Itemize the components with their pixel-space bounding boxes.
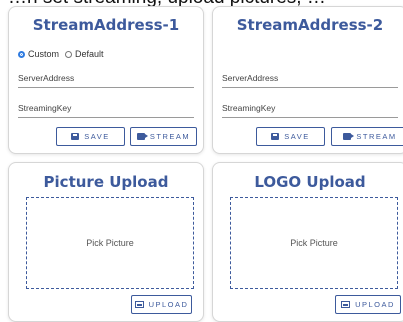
pick-picture-text: Pick Picture xyxy=(86,238,134,248)
save-icon xyxy=(71,133,80,140)
card-title: StreamAddress-1 xyxy=(32,16,180,34)
logo-dropzone[interactable]: Pick Picture xyxy=(230,197,398,289)
image-icon xyxy=(341,301,351,308)
streaming-key-field[interactable]: StreamingKey xyxy=(222,99,398,118)
card-title: Picture Upload xyxy=(43,173,169,191)
save-icon xyxy=(271,133,280,140)
save-button-label: SAVE xyxy=(284,132,310,141)
default-radio[interactable] xyxy=(65,50,73,58)
server-address-field[interactable]: ServerAddress xyxy=(222,69,398,88)
save-button-label: SAVE xyxy=(84,132,110,141)
streaming-key-label: StreamingKey xyxy=(222,103,276,113)
upload-button[interactable]: UPLOAD xyxy=(335,295,401,314)
default-radio-label: Default xyxy=(75,49,104,59)
streaming-key-label: StreamingKey xyxy=(18,103,72,113)
card-title: LOGO Upload xyxy=(254,173,366,191)
stream-button[interactable]: STREAM xyxy=(130,127,197,146)
picture-dropzone[interactable]: Pick Picture xyxy=(26,197,194,289)
streaming-key-field[interactable]: StreamingKey xyxy=(18,99,194,118)
save-button[interactable]: SAVE xyxy=(56,127,125,146)
upload-button-label: UPLOAD xyxy=(148,300,189,309)
custom-radio[interactable] xyxy=(18,50,25,58)
card-title: StreamAddress-2 xyxy=(236,16,384,34)
stream-button-label: STREAM xyxy=(149,132,191,141)
video-camera-icon xyxy=(343,133,355,140)
stream-address-2-card: StreamAddress-2 ServerAddress StreamingK… xyxy=(212,6,403,154)
stream-button[interactable]: STREAM xyxy=(331,127,403,146)
server-address-label: ServerAddress xyxy=(18,73,75,83)
save-button[interactable]: SAVE xyxy=(256,127,325,146)
pick-picture-text: Pick Picture xyxy=(290,238,338,248)
logo-upload-card: LOGO Upload Pick Picture UPLOAD xyxy=(212,162,403,322)
server-address-label: ServerAddress xyxy=(222,73,279,83)
custom-radio-label: Custom xyxy=(28,49,60,59)
picture-upload-card: Picture Upload Pick Picture UPLOAD xyxy=(8,162,204,322)
video-camera-icon xyxy=(136,133,148,140)
upload-button-label: UPLOAD xyxy=(355,300,395,309)
image-icon xyxy=(134,301,144,308)
server-address-field[interactable]: ServerAddress xyxy=(18,69,194,88)
stream-address-1-card: StreamAddress-1 Custom Default ServerAdd… xyxy=(8,6,204,154)
upload-button[interactable]: UPLOAD xyxy=(131,295,192,314)
source-radio-group: Custom Default xyxy=(18,49,104,59)
stream-button-label: STREAM xyxy=(356,132,397,141)
